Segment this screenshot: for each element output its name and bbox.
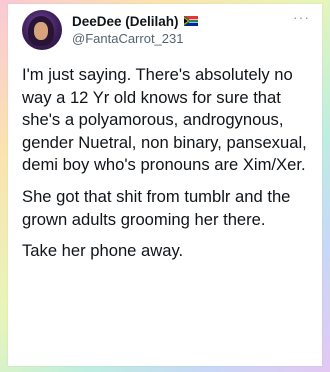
- more-options-icon[interactable]: ···: [293, 10, 310, 24]
- tweet-card: DeeDee (Delilah) @FantaCarrot_231 ··· I'…: [8, 4, 322, 366]
- tweet-paragraph: I'm just saying. There's absolutely no w…: [22, 65, 307, 175]
- display-name[interactable]: DeeDee (Delilah): [72, 14, 179, 29]
- tweet-header: DeeDee (Delilah) @FantaCarrot_231 ···: [22, 10, 312, 56]
- user-handle[interactable]: @FantaCarrot_231: [72, 31, 198, 46]
- avatar-face: [34, 22, 48, 40]
- avatar[interactable]: [22, 10, 62, 50]
- display-name-row: DeeDee (Delilah): [72, 12, 198, 30]
- user-names: DeeDee (Delilah) @FantaCarrot_231: [72, 12, 198, 46]
- tweet-paragraph: She got that shit from tumblr and the gr…: [22, 186, 291, 229]
- tweet-paragraph: Take her phone away.: [22, 241, 184, 261]
- tweet-text: I'm just saying. There's absolutely no w…: [22, 64, 312, 272]
- south-africa-flag-icon: [183, 16, 198, 26]
